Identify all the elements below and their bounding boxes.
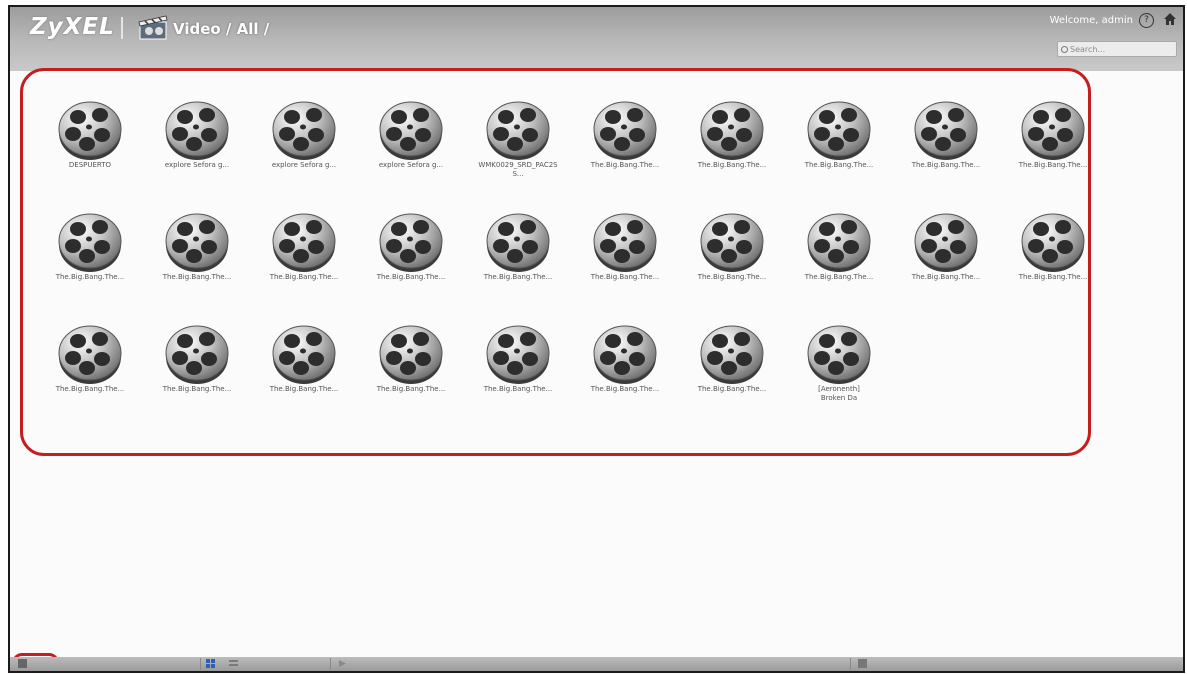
video-label: WMK0029_SRD_PAC2S S...: [478, 161, 558, 178]
video-label: The.Big.Bang.The...: [590, 385, 660, 393]
film-reel-icon[interactable]: [807, 209, 871, 273]
film-reel-icon[interactable]: [593, 97, 657, 161]
film-reel-icon[interactable]: [165, 209, 229, 273]
fullscreen-icon[interactable]: [858, 659, 867, 668]
film-reel-icon[interactable]: [1021, 97, 1085, 161]
app-window: ZyXEL Video / All / Welcome, admin ? Sea…: [8, 5, 1185, 673]
film-reel-icon[interactable]: [700, 97, 764, 161]
video-label: The.Big.Bang.The...: [269, 273, 339, 281]
breadcrumb[interactable]: Video / All /: [173, 20, 269, 38]
video-label: The.Big.Bang.The...: [911, 161, 981, 169]
header-divider: [121, 17, 123, 39]
video-label: The.Big.Bang.The...: [911, 273, 981, 281]
video-label: The.Big.Bang.The...: [483, 385, 553, 393]
film-reel-icon[interactable]: [593, 321, 657, 385]
home-icon[interactable]: [1163, 12, 1177, 26]
video-label: The.Big.Bang.The...: [804, 161, 874, 169]
film-reel-icon[interactable]: [914, 209, 978, 273]
video-label: explore Sefora g...: [378, 161, 444, 169]
film-reel-icon[interactable]: [58, 321, 122, 385]
video-label: explore Sefora g...: [164, 161, 230, 169]
video-label: DESPUERTO: [68, 161, 112, 169]
video-label: [Aeronenth] Broken Da: [818, 385, 860, 402]
film-reel-icon[interactable]: [486, 209, 550, 273]
header-bar: ZyXEL Video / All / Welcome, admin ? Sea…: [10, 7, 1183, 71]
film-reel-icon[interactable]: [379, 97, 443, 161]
film-reel-icon[interactable]: [272, 97, 336, 161]
film-reel-icon[interactable]: [914, 97, 978, 161]
video-label: The.Big.Bang.The...: [1018, 273, 1088, 281]
play-icon[interactable]: [338, 659, 347, 668]
video-label: The.Big.Bang.The...: [483, 273, 553, 281]
video-label: The.Big.Bang.The...: [376, 273, 446, 281]
video-label: The.Big.Bang.The...: [590, 161, 660, 169]
video-label: The.Big.Bang.The...: [162, 385, 232, 393]
toolbar-divider: [330, 658, 331, 670]
video-label: The.Big.Bang.The...: [55, 385, 125, 393]
film-reel-icon[interactable]: [272, 321, 336, 385]
film-reel-icon[interactable]: [486, 321, 550, 385]
brand-logo: ZyXEL: [30, 14, 115, 40]
search-icon: [1061, 46, 1068, 53]
film-reel-icon[interactable]: [379, 209, 443, 273]
film-reel-icon[interactable]: [700, 209, 764, 273]
thumbnail-view-icon[interactable]: [206, 659, 215, 668]
toolbar-divider: [850, 658, 851, 670]
video-label: The.Big.Bang.The...: [55, 273, 125, 281]
film-reel-icon[interactable]: [58, 97, 122, 161]
video-label: The.Big.Bang.The...: [1018, 161, 1088, 169]
film-reel-icon[interactable]: [1021, 209, 1085, 273]
clapperboard-icon: [138, 15, 168, 40]
video-label: explore Sefora g...: [271, 161, 337, 169]
video-label: The.Big.Bang.The...: [590, 273, 660, 281]
film-reel-icon[interactable]: [593, 209, 657, 273]
list-view-icon[interactable]: [229, 659, 238, 668]
video-label: The.Big.Bang.The...: [697, 161, 767, 169]
film-reel-icon[interactable]: [272, 209, 336, 273]
search-placeholder: Search...: [1070, 45, 1106, 54]
welcome-text: Welcome, admin: [1049, 15, 1133, 26]
film-reel-icon[interactable]: [58, 209, 122, 273]
video-label: The.Big.Bang.The...: [269, 385, 339, 393]
film-reel-icon[interactable]: [379, 321, 443, 385]
film-reel-icon[interactable]: [165, 321, 229, 385]
video-label: The.Big.Bang.The...: [804, 273, 874, 281]
film-reel-icon[interactable]: [486, 97, 550, 161]
video-label: The.Big.Bang.The...: [697, 385, 767, 393]
video-label: The.Big.Bang.The...: [697, 273, 767, 281]
film-reel-icon[interactable]: [700, 321, 764, 385]
upload-icon[interactable]: [18, 659, 27, 668]
search-input[interactable]: Search...: [1057, 41, 1177, 57]
video-label: The.Big.Bang.The...: [376, 385, 446, 393]
bottom-toolbar: [10, 657, 1183, 671]
film-reel-icon[interactable]: [807, 97, 871, 161]
film-reel-icon[interactable]: [165, 97, 229, 161]
toolbar-divider: [200, 658, 201, 670]
video-label: The.Big.Bang.The...: [162, 273, 232, 281]
help-icon[interactable]: ?: [1139, 13, 1154, 28]
film-reel-icon[interactable]: [807, 321, 871, 385]
